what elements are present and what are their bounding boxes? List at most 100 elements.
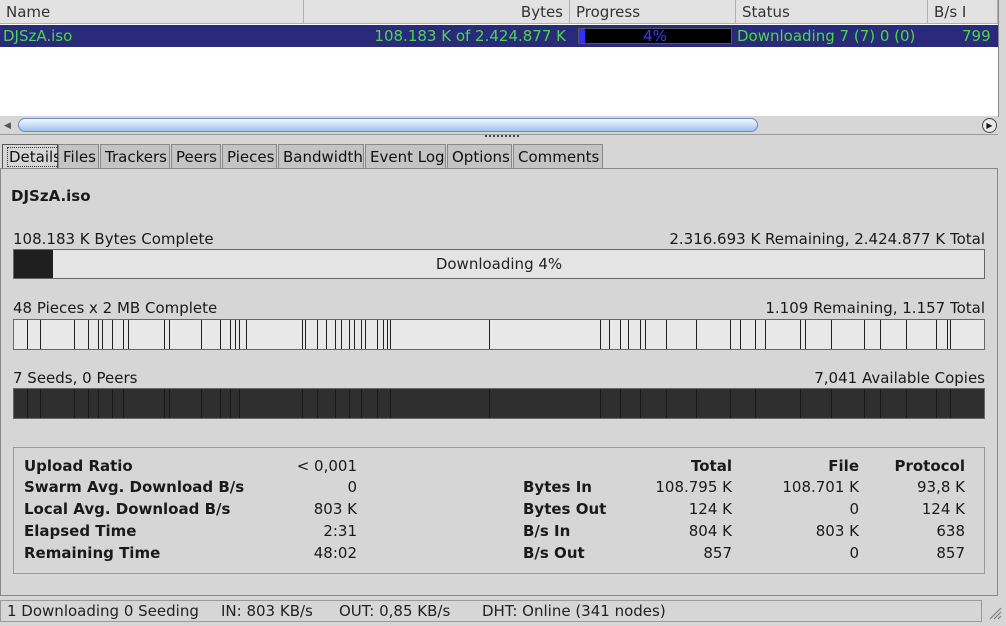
torrent-progress-text: 4% [643, 27, 667, 45]
stat-total: 108.795 K [655, 478, 732, 496]
piece-marker [239, 320, 240, 349]
tab-peers[interactable]: Peers [171, 144, 221, 168]
tab-pieces[interactable]: Pieces [222, 144, 277, 168]
availability-marker [201, 389, 202, 418]
availability-marker [317, 389, 318, 418]
column-header-name[interactable]: Name [0, 0, 304, 24]
detail-filename: DJSzA.iso [11, 187, 91, 205]
piece-marker [169, 320, 170, 349]
resize-grip-icon[interactable] [986, 604, 1002, 620]
torrent-row[interactable]: DJSzA.iso 108.183 K of 2.424.877 K 4% Do… [0, 25, 998, 47]
bytes-complete-text: 108.183 K Bytes Complete [13, 230, 214, 248]
availability-marker [349, 389, 350, 418]
seeds-peers-text: 7 Seeds, 0 Peers [13, 369, 138, 387]
piece-marker [609, 320, 610, 349]
tab-files[interactable]: Files [58, 144, 99, 168]
piece-marker [235, 320, 236, 349]
piece-marker [765, 320, 766, 349]
status-bar: 1 Downloading 0 Seeding IN: 803 KB/s OUT… [0, 600, 982, 622]
torrent-rate: 799 [962, 27, 991, 45]
torrent-status: Downloading 7 (7) 0 (0) [737, 27, 916, 45]
piece-marker [123, 320, 124, 349]
scrollbar-thumb[interactable] [18, 118, 758, 132]
stat-protocol: 93,8 K [916, 478, 965, 496]
piece-marker [950, 320, 951, 349]
availability-marker [936, 389, 937, 418]
piece-marker [864, 320, 865, 349]
availability-marker [335, 389, 336, 418]
tab-options[interactable]: Options [447, 144, 512, 168]
column-header-progress[interactable]: Progress [570, 0, 736, 24]
availability-bar [13, 388, 985, 419]
column-header-total: Total [691, 457, 732, 475]
piece-marker [805, 320, 806, 349]
tab-trackers[interactable]: Trackers [100, 144, 170, 168]
availability-marker [164, 389, 165, 418]
left-arrow-icon[interactable]: ◀ [4, 120, 16, 132]
stat-total: 857 [703, 544, 732, 562]
piece-marker [640, 320, 641, 349]
stat-value: 803 K [313, 500, 357, 518]
pieces-complete-text: 48 Pieces x 2 MB Complete [13, 299, 218, 317]
piece-marker [696, 320, 697, 349]
piece-marker [341, 320, 342, 349]
piece-marker [102, 320, 103, 349]
availability-marker [230, 389, 231, 418]
piece-marker [246, 320, 247, 349]
availability-marker [730, 389, 731, 418]
stat-label: Elapsed Time [24, 522, 137, 540]
pane-splitter-handle[interactable] [485, 135, 519, 141]
piece-marker [128, 320, 129, 349]
piece-marker [800, 320, 801, 349]
availability-marker [620, 389, 621, 418]
availability-marker [880, 389, 881, 418]
piece-marker [906, 320, 907, 349]
piece-marker [74, 320, 75, 349]
availability-marker [696, 389, 697, 418]
piece-marker [335, 320, 336, 349]
tab-details[interactable]: Details [2, 144, 64, 169]
right-arrow-icon[interactable]: ▶ [982, 118, 997, 133]
column-header-status[interactable]: Status [736, 0, 928, 24]
piece-marker [831, 320, 832, 349]
piece-marker [354, 320, 355, 349]
column-header-file: File [828, 457, 859, 475]
stat-file: 0 [849, 500, 859, 518]
piece-marker [88, 320, 89, 349]
piece-marker [27, 320, 28, 349]
availability-marker [600, 389, 601, 418]
availability-marker [831, 389, 832, 418]
availability-marker [169, 389, 170, 418]
tab-event-log[interactable]: Event Log [365, 144, 446, 168]
column-header-rate[interactable]: B/s I [928, 0, 998, 24]
stat-value: 48:02 [313, 544, 357, 562]
piece-marker [365, 320, 366, 349]
tab-comments[interactable]: Comments [513, 144, 603, 168]
torrent-list[interactable]: Name Bytes Progress Status B/s I DJSzA.i… [0, 0, 999, 117]
bytes-remaining-text: 2.316.693 K Remaining, 2.424.877 K Total [669, 230, 985, 248]
stat-value: 2:31 [323, 522, 357, 540]
availability-marker [40, 389, 41, 418]
piece-marker [98, 320, 99, 349]
stat-value: 0 [347, 478, 357, 496]
stat-row-label: B/s Out [523, 544, 585, 562]
stat-file: 108.701 K [782, 478, 859, 496]
availability-marker [98, 389, 99, 418]
availability-marker [123, 389, 124, 418]
availability-marker [377, 389, 378, 418]
download-progress-label: Downloading 4% [435, 255, 563, 273]
column-header-protocol: Protocol [894, 457, 965, 475]
piece-marker [361, 320, 362, 349]
column-header-bytes[interactable]: Bytes [304, 0, 570, 24]
tab-bandwidth[interactable]: Bandwidth [278, 144, 364, 168]
stat-protocol: 124 K [921, 500, 965, 518]
stat-row-label: Bytes Out [523, 500, 607, 518]
stat-file: 0 [849, 544, 859, 562]
availability-marker [220, 389, 221, 418]
availability-marker [88, 389, 89, 418]
stat-row-label: Bytes In [523, 478, 592, 496]
status-out-rate: OUT: 0,85 KB/s [339, 602, 451, 620]
piece-marker [489, 320, 490, 349]
piece-marker [936, 320, 937, 349]
stat-total: 124 K [688, 500, 732, 518]
